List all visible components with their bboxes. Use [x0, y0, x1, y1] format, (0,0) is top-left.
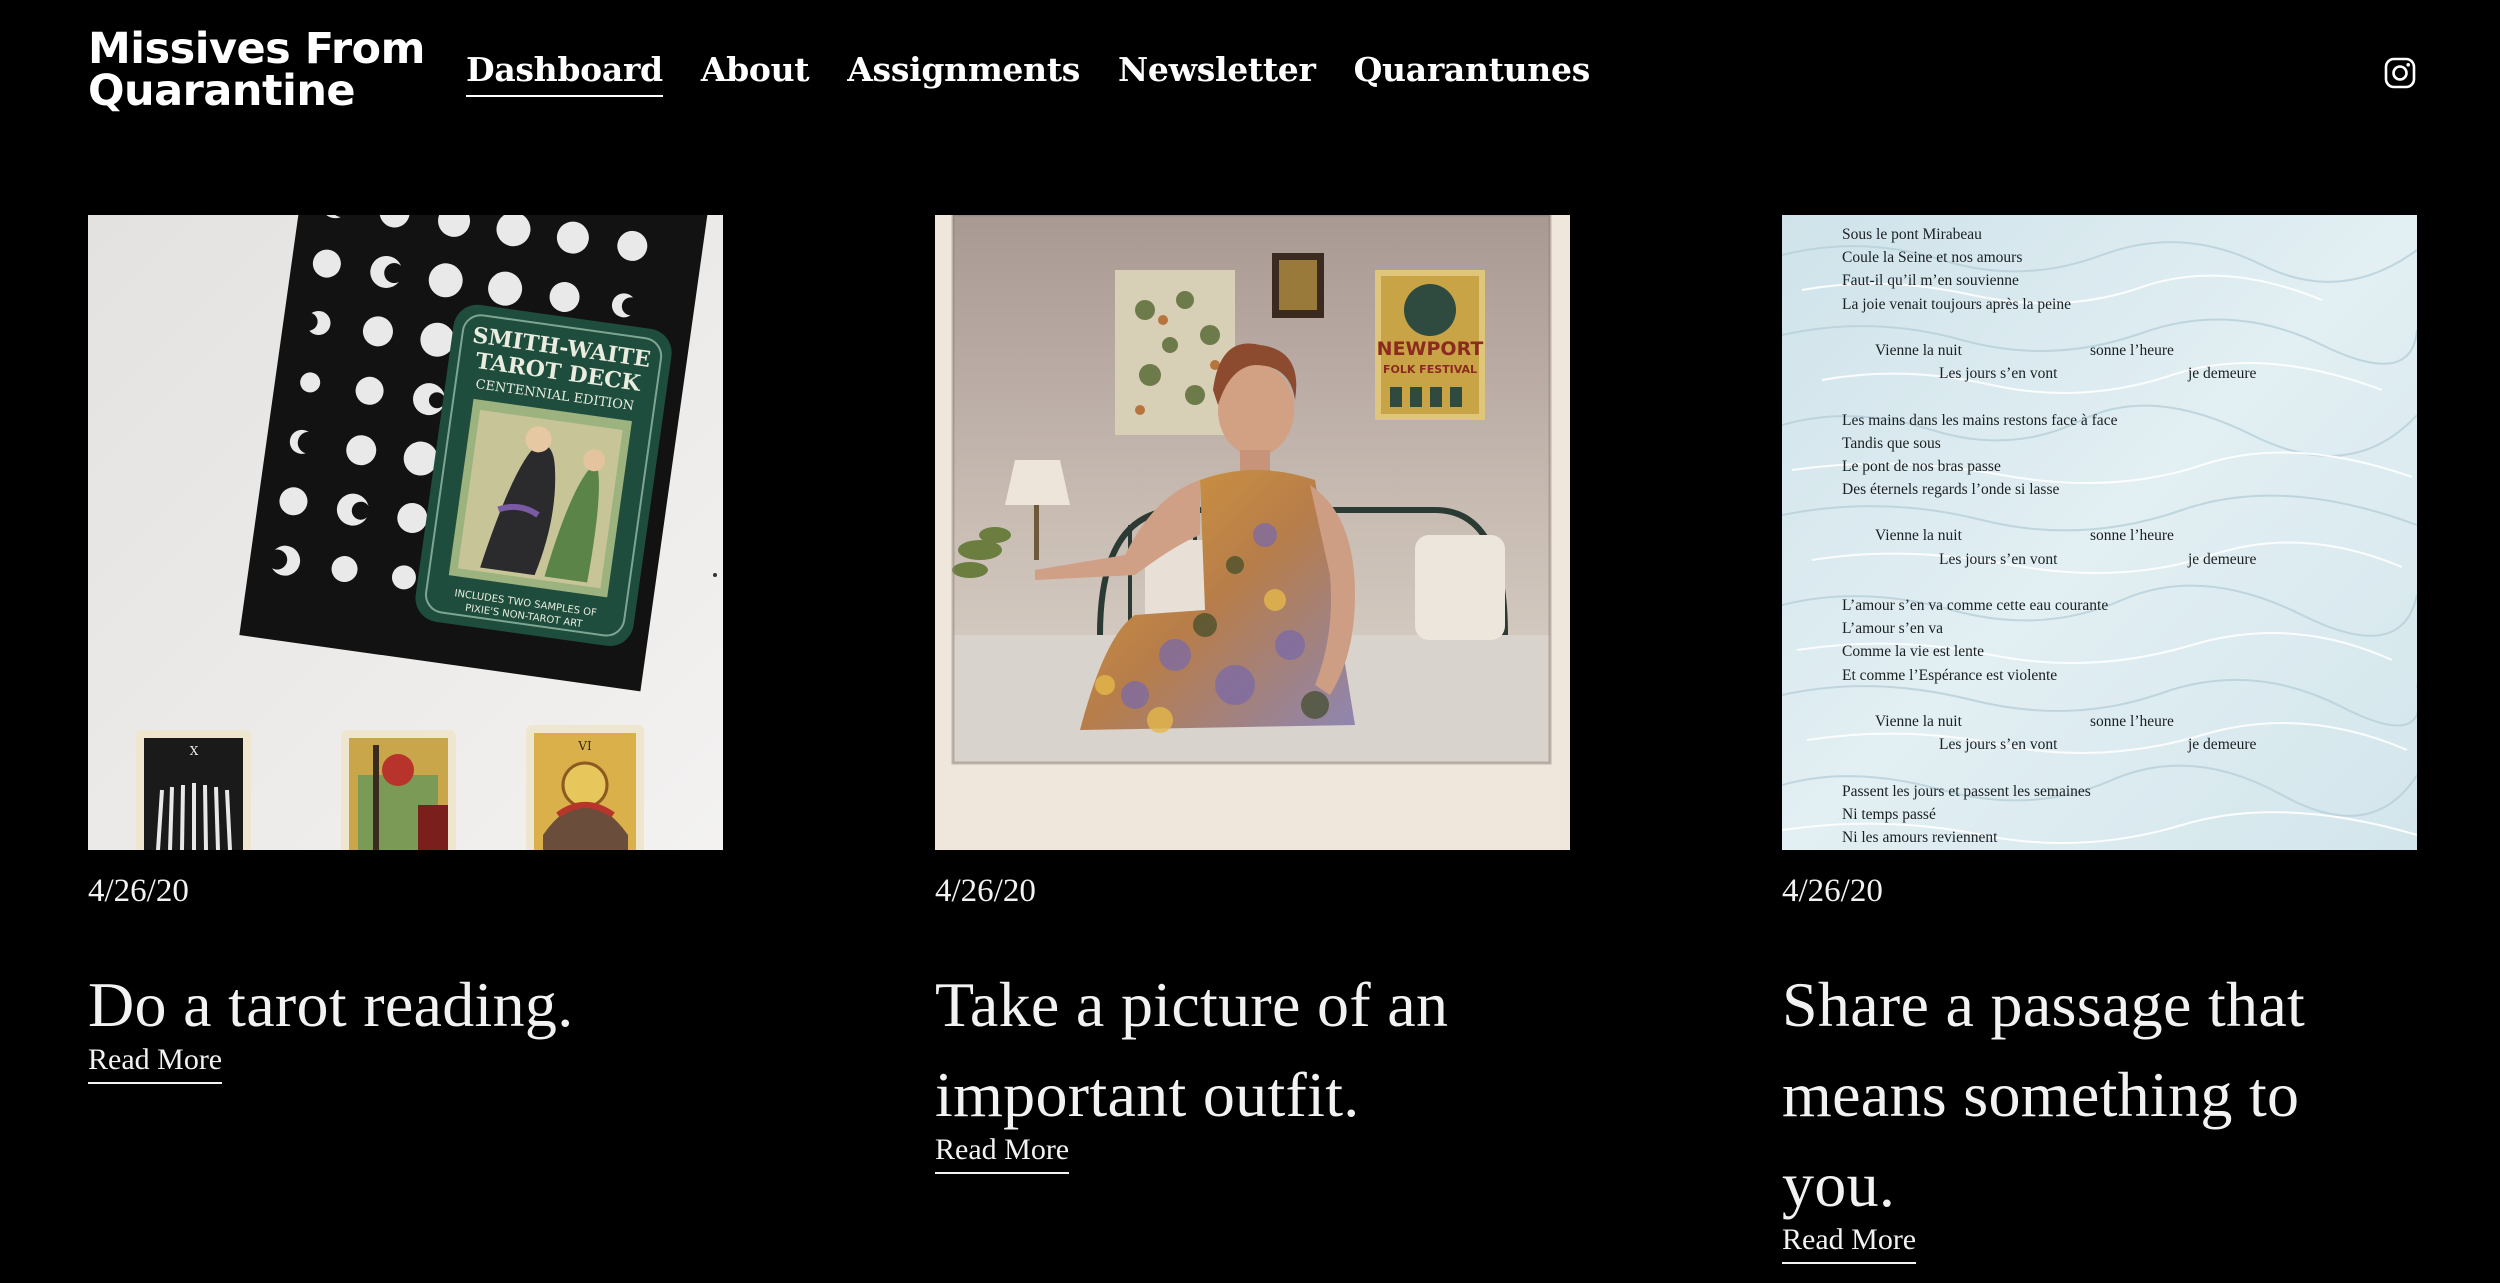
post-title[interactable]: Do a tarot reading. [88, 960, 723, 1050]
read-more-link[interactable]: Read More [88, 1042, 223, 1084]
post-title[interactable]: Take a picture of an important outfit. [935, 960, 1570, 1140]
assignment-card: Sous le pont Mirabeau Coule la Seine et … [1782, 215, 2417, 1264]
poem-refrain: Vienne la nuit [1875, 527, 1962, 545]
poem-line: Comme la vie est lente [1842, 643, 1985, 661]
svg-text:NEWPORT: NEWPORT [1377, 338, 1484, 360]
read-more-link[interactable]: Read More [1782, 1222, 1917, 1264]
poem-line: Tandis que sous [1842, 434, 1941, 452]
assignments-grid: SMITH-WAITE TAROT DECK CENTENNIAL EDITIO… [0, 0, 2500, 1283]
poem-line: Ni les amours reviennent [1842, 828, 1998, 846]
poem-line: Faut-il qu’il m’en souvienne [1842, 272, 2019, 290]
svg-text:X: X [190, 744, 199, 758]
svg-text:VI: VI [577, 739, 592, 753]
post-date: 4/26/20 [1782, 873, 1883, 909]
poem-line: Coule la Seine et nos amours [1842, 249, 2023, 267]
poem-refrain: je demeure [2188, 365, 2257, 383]
poem-refrain: Vienne la nuit [1875, 341, 1962, 359]
poem-refrain: sonne l’heure [2090, 527, 2174, 545]
poem-refrain: sonne l’heure [2090, 712, 2174, 730]
assignment-card: NEWPORT FOLK FESTIVAL 4/26/20 Take a pic… [935, 215, 1570, 1174]
poem-refrain: sonne l’heure [2090, 341, 2174, 359]
poem-line: La joie venait toujours après la peine [1842, 295, 2071, 313]
poem-refrain: Les jours s’en vont [1939, 550, 2058, 568]
post-date: 4/26/20 [88, 873, 189, 909]
assignment-card: SMITH-WAITE TAROT DECK CENTENNIAL EDITIO… [88, 215, 723, 1084]
poem-thumbnail[interactable]: Sous le pont Mirabeau Coule la Seine et … [1782, 215, 2417, 850]
post-title[interactable]: Share a passage that means something to … [1782, 960, 2417, 1230]
poem-line: Les mains dans les mains restons face à … [1842, 411, 2118, 429]
post-date: 4/26/20 [935, 873, 1036, 909]
tarot-thumbnail[interactable]: SMITH-WAITE TAROT DECK CENTENNIAL EDITIO… [88, 215, 723, 850]
poem-refrain: je demeure [2188, 736, 2257, 754]
poem-refrain: je demeure [2188, 550, 2257, 568]
poem-line: L’amour s’en va [1842, 620, 1944, 638]
poem-line: L’amour s’en va comme cette eau courante [1842, 597, 2109, 614]
poem-refrain: Les jours s’en vont [1939, 365, 2058, 383]
poem-line: Des éternels regards l’onde si lasse [1842, 481, 2060, 499]
poem-line: Ni temps passé [1842, 805, 1936, 823]
poem-line: Sous le pont Mirabeau [1842, 226, 1982, 243]
poem-line: Et comme l’Espérance est violente [1842, 666, 2058, 684]
poem-refrain: Les jours s’en vont [1939, 736, 2058, 754]
poem-refrain: Vienne la nuit [1875, 712, 1962, 730]
read-more-link[interactable]: Read More [935, 1132, 1070, 1174]
poem-line: Le pont de nos bras passe [1842, 457, 2001, 475]
poem-line: Passent les jours et passent les semaine… [1842, 782, 2091, 800]
outfit-thumbnail[interactable]: NEWPORT FOLK FESTIVAL [935, 215, 1570, 850]
svg-text:FOLK FESTIVAL: FOLK FESTIVAL [1383, 363, 1477, 376]
poem-text: Sous le pont Mirabeau Coule la Seine et … [1842, 223, 2402, 849]
